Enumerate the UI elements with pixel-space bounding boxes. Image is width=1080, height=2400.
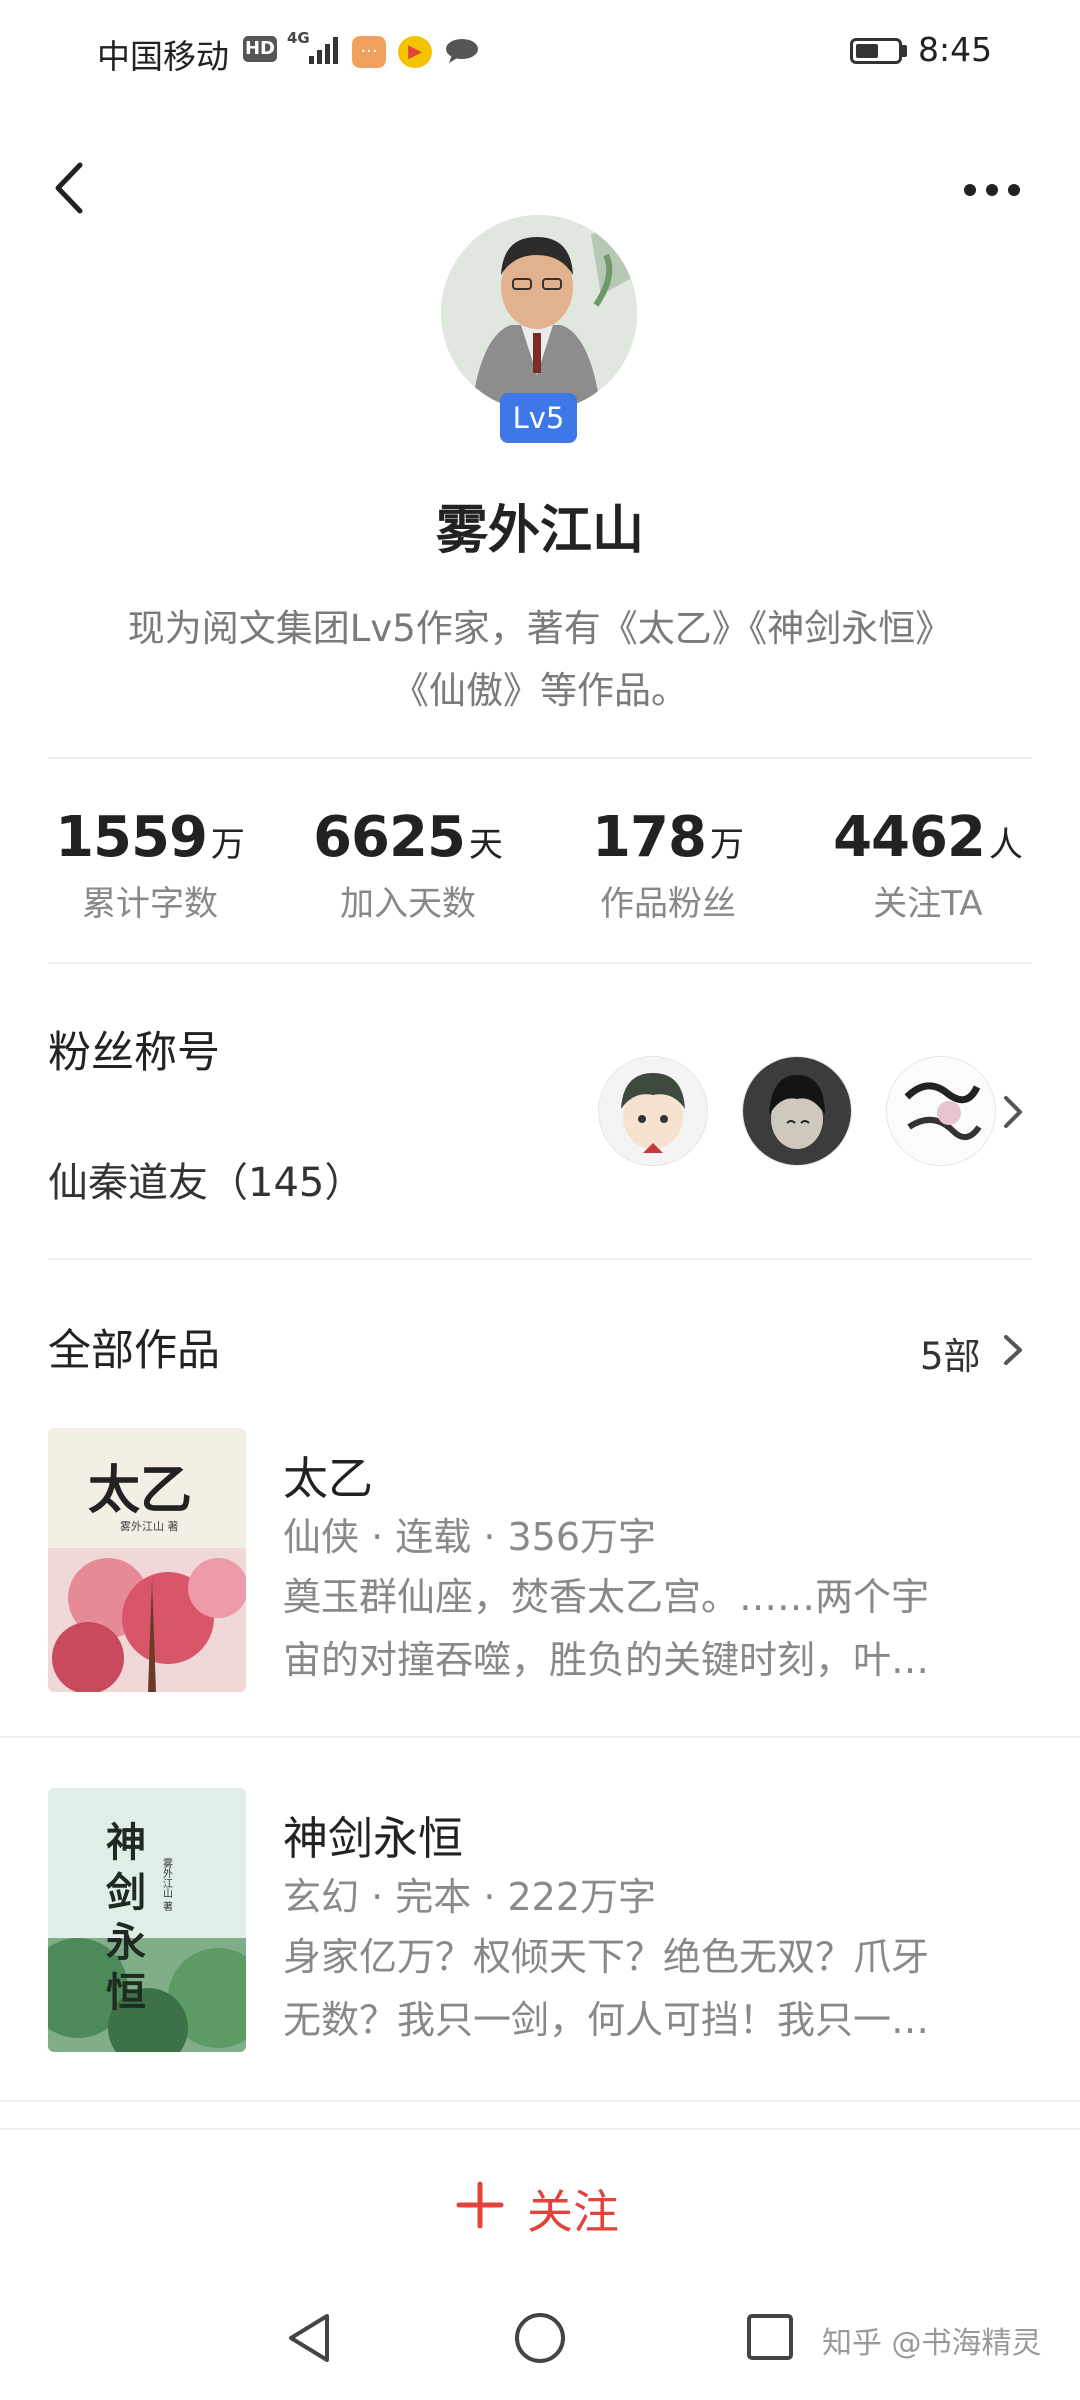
stat-value: 1559	[55, 805, 208, 870]
stat-fans: 178 万 作品粉丝	[538, 805, 798, 925]
divider	[48, 757, 1032, 759]
fan-avatar[interactable]	[598, 1056, 708, 1166]
book-desc-line: 宙的对撞吞噬，胜负的关键时刻，叶…	[283, 1638, 930, 1682]
book-meta: 仙侠 · 连载 · 356万字	[283, 1515, 657, 1559]
bio-line: 现为阅文集团Lv5作家，著有《太乙》《神剑永恒》	[127, 607, 953, 650]
nav-recent-icon[interactable]	[745, 2312, 795, 2362]
author-bio: 现为阅文集团Lv5作家，著有《太乙》《神剑永恒》 《仙傲》等作品。	[40, 598, 1040, 722]
stat-label: 作品粉丝	[600, 884, 736, 924]
fan-avatar[interactable]	[742, 1056, 852, 1166]
cover-author: 雾外江山 著	[120, 1519, 179, 1533]
signal-icon	[309, 37, 338, 64]
book-description: 奠玉群仙座，焚香太乙宫。……两个宇 宙的对撞吞噬，胜负的关键时刻，叶…	[283, 1566, 1023, 1692]
nav-back-icon[interactable]	[283, 2310, 337, 2366]
divider	[48, 962, 1032, 964]
book-cover[interactable]: 太乙 雾外江山 著	[48, 1428, 246, 1692]
chat-app-icon: ···	[352, 36, 386, 68]
fan-avatar-image	[599, 1057, 707, 1165]
battery-icon	[850, 38, 902, 64]
more-button[interactable]	[955, 165, 1035, 215]
cover-title: 太乙	[88, 1460, 192, 1521]
follow-label: 关注	[527, 2185, 619, 2239]
stat-days-joined: 6625 天 加入天数	[278, 805, 538, 925]
stat-label: 累计字数	[82, 884, 218, 924]
divider	[0, 1736, 1080, 1738]
message-icon	[446, 39, 478, 63]
fans-nickname: 仙秦道友（145）	[48, 1160, 365, 1206]
stat-word-count: 1559 万 累计字数	[20, 805, 280, 925]
cover-author: 雾外江山 著	[161, 1858, 173, 1911]
status-bar: 中国移动 HD 4G ··· ▶ 8:45	[0, 0, 1080, 100]
battery-nub	[902, 45, 907, 57]
stat-label: 关注TA	[873, 884, 983, 924]
video-app-icon: ▶	[398, 36, 432, 68]
chevron-right-icon[interactable]	[998, 1330, 1028, 1370]
hd-icon: HD	[243, 36, 277, 62]
book-meta: 玄幻 · 完本 · 222万字	[283, 1875, 657, 1919]
book-title[interactable]: 神剑永恒	[283, 1802, 463, 1867]
back-button[interactable]	[40, 155, 96, 221]
author-name: 雾外江山	[435, 501, 644, 561]
book-desc-line: 无数？我只一剑，何人可挡！我只一…	[283, 1998, 930, 2042]
stat-value: 6625	[313, 805, 466, 870]
book-desc-line: 奠玉群仙座，焚香太乙宫。……两个宇	[283, 1575, 930, 1619]
fans-title: 粉丝称号	[48, 1028, 220, 1078]
stat-value: 4462	[833, 805, 986, 870]
stat-label: 加入天数	[340, 884, 476, 924]
stat-followers[interactable]: 4462 人 关注TA	[798, 805, 1058, 925]
level-badge: Lv5	[500, 393, 577, 443]
fan-avatar-image	[743, 1057, 851, 1165]
clock: 8:45	[918, 30, 993, 69]
bio-line: 《仙傲》等作品。	[392, 669, 688, 712]
fan-avatar-image	[887, 1057, 995, 1165]
plus-icon	[456, 2181, 504, 2229]
avatar-photo	[441, 215, 637, 411]
watermark: 知乎 @书海精灵	[822, 2326, 1042, 2361]
stat-unit: 万	[709, 825, 744, 865]
stat-unit: 人	[988, 825, 1023, 865]
book-title[interactable]: 太乙	[283, 1442, 373, 1507]
works-count[interactable]: 5部	[920, 1326, 981, 1380]
battery-level	[856, 44, 878, 58]
nav-home-icon[interactable]	[513, 2310, 567, 2366]
book-desc-line: 身家亿万？权倾天下？绝色无双？爪牙	[283, 1935, 930, 1979]
works-title: 全部作品	[48, 1326, 220, 1376]
book-cover-art: 神剑永恒 雾外江山 著	[48, 1788, 246, 2052]
divider	[0, 2100, 1080, 2102]
stat-value: 178	[592, 805, 707, 870]
chevron-right-icon[interactable]	[996, 1090, 1030, 1134]
ellipsis-icon	[964, 184, 1020, 196]
stat-unit: 万	[210, 825, 245, 865]
divider	[48, 1258, 1032, 1260]
book-cover[interactable]: 神剑永恒 雾外江山 著	[48, 1788, 246, 2052]
stat-unit: 天	[468, 825, 503, 865]
book-cover-art: 太乙 雾外江山 著	[48, 1428, 246, 1692]
book-description: 身家亿万？权倾天下？绝色无双？爪牙 无数？我只一剑，何人可挡！我只一…	[283, 1926, 1023, 2052]
author-avatar[interactable]	[441, 215, 637, 411]
fan-avatar[interactable]	[886, 1056, 996, 1166]
chevron-left-icon	[55, 162, 83, 214]
carrier-name: 中国移动	[97, 37, 229, 76]
